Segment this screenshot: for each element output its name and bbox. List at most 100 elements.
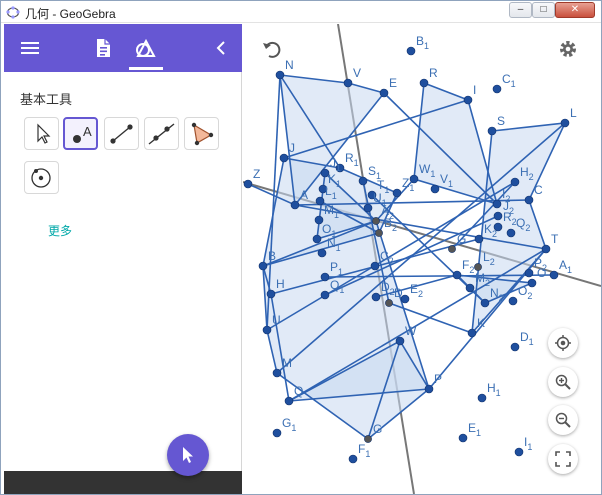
menu-icon[interactable] bbox=[18, 36, 42, 60]
panel-bottom-bar bbox=[4, 471, 242, 494]
point-p2[interactable] bbox=[524, 268, 534, 278]
point-p[interactable] bbox=[424, 384, 434, 394]
point-u[interactable] bbox=[262, 325, 272, 335]
fullscreen-button[interactable] bbox=[548, 444, 578, 474]
point-label-subscript: 2 bbox=[418, 289, 423, 299]
point-f1[interactable] bbox=[348, 454, 358, 464]
graphics-view[interactable]: B1 N V E R C1 I S L J R1 S1 W1 V1 Z1 H2 Z J1 K1 T1 L1 U1 A2 I2 C… bbox=[243, 24, 601, 494]
polygon-tool-button[interactable] bbox=[184, 117, 219, 150]
point-h1[interactable] bbox=[477, 393, 487, 403]
minimize-button[interactable]: – bbox=[509, 2, 532, 18]
point-label: S bbox=[497, 114, 505, 128]
point-d2[interactable] bbox=[371, 292, 381, 302]
point-p1[interactable] bbox=[320, 272, 330, 282]
point-i[interactable] bbox=[463, 95, 473, 105]
zoom-out-button[interactable] bbox=[548, 405, 578, 435]
point-c1[interactable] bbox=[492, 84, 502, 94]
point-d1[interactable] bbox=[510, 342, 520, 352]
point-i2[interactable] bbox=[492, 199, 502, 209]
more-tools-link[interactable]: 更多 bbox=[48, 222, 72, 239]
gear-icon[interactable] bbox=[557, 38, 579, 60]
point-q[interactable] bbox=[284, 396, 294, 406]
point-f2[interactable] bbox=[452, 270, 462, 280]
geometry-canvas[interactable]: B1NVER C1ISLJR1S1 W1 V1Z1H2ZJ1K1 T1L1 U1A2I2C… bbox=[243, 24, 601, 494]
point-d[interactable] bbox=[385, 299, 393, 307]
point-b1[interactable] bbox=[406, 46, 416, 56]
point-g[interactable] bbox=[364, 435, 372, 443]
point-v1[interactable] bbox=[430, 184, 440, 194]
point-s[interactable] bbox=[487, 126, 497, 136]
point-t[interactable] bbox=[541, 244, 551, 254]
point-z1[interactable] bbox=[392, 188, 402, 198]
point-b2[interactable] bbox=[375, 229, 383, 237]
algebra-view-icon[interactable] bbox=[91, 36, 115, 60]
point-q2[interactable] bbox=[506, 228, 516, 238]
point-r[interactable] bbox=[419, 78, 429, 88]
move-tool-button[interactable] bbox=[24, 117, 59, 150]
point-n1[interactable] bbox=[317, 248, 327, 258]
point-c2[interactable] bbox=[370, 261, 380, 271]
undo-icon[interactable] bbox=[261, 38, 283, 60]
point-a1[interactable] bbox=[549, 270, 559, 280]
point-j[interactable] bbox=[279, 153, 289, 163]
point-m2[interactable] bbox=[465, 283, 475, 293]
point-label: E bbox=[389, 76, 397, 90]
point-j2[interactable] bbox=[493, 211, 503, 221]
point-o[interactable] bbox=[527, 278, 537, 288]
zoom-in-icon bbox=[555, 374, 571, 390]
zoom-in-button[interactable] bbox=[548, 367, 578, 397]
close-button[interactable]: ✕ bbox=[555, 2, 595, 18]
point-k[interactable] bbox=[467, 328, 477, 338]
point-l1[interactable] bbox=[315, 196, 325, 206]
point-v[interactable] bbox=[343, 78, 353, 88]
point-h[interactable] bbox=[266, 289, 276, 299]
svg-text:A: A bbox=[83, 124, 92, 139]
point-n2[interactable] bbox=[480, 298, 490, 308]
point-o2[interactable] bbox=[508, 296, 518, 306]
point-z[interactable] bbox=[243, 179, 253, 189]
standard-view-button[interactable] bbox=[548, 328, 578, 358]
title-bar: 几何 - GeoGebra – □ ✕ bbox=[1, 1, 601, 23]
point-label-subscript: 1 bbox=[339, 285, 344, 295]
point-label-subscript: 2 bbox=[389, 256, 394, 266]
point-h2[interactable] bbox=[510, 177, 520, 187]
point-k2[interactable] bbox=[474, 234, 484, 244]
segment-tool-button[interactable] bbox=[104, 117, 139, 150]
point-w[interactable] bbox=[395, 336, 405, 346]
point-g[interactable] bbox=[448, 245, 456, 253]
point-i1[interactable] bbox=[514, 447, 524, 457]
panel-header bbox=[4, 24, 242, 72]
point-a[interactable] bbox=[290, 200, 300, 210]
point-e2[interactable] bbox=[400, 294, 410, 304]
point-e[interactable] bbox=[379, 88, 389, 98]
window-title: 几何 - GeoGebra bbox=[25, 7, 116, 21]
tools-tab-icon[interactable] bbox=[134, 36, 158, 60]
point-label: L bbox=[570, 106, 577, 120]
point-m[interactable] bbox=[272, 368, 282, 378]
tool-select-fab[interactable] bbox=[167, 434, 209, 476]
point-n[interactable] bbox=[275, 70, 285, 80]
circle-tool-button[interactable] bbox=[24, 161, 59, 194]
point-label-subscript: 1 bbox=[529, 337, 534, 347]
point-tool-button[interactable]: A bbox=[63, 117, 98, 150]
point-q1[interactable] bbox=[320, 290, 330, 300]
line-tool-button[interactable] bbox=[144, 117, 179, 150]
point-o1[interactable] bbox=[312, 234, 322, 244]
chevron-left-icon[interactable] bbox=[209, 36, 233, 60]
point-label: Z bbox=[253, 167, 260, 181]
point-b[interactable] bbox=[258, 261, 268, 271]
point-e1[interactable] bbox=[458, 433, 468, 443]
point-c[interactable] bbox=[524, 195, 534, 205]
point-w1[interactable] bbox=[409, 174, 419, 184]
point-label-subscript: 2 bbox=[392, 223, 397, 233]
point-l2[interactable] bbox=[474, 263, 482, 271]
point-l[interactable] bbox=[560, 118, 570, 128]
maximize-button[interactable]: □ bbox=[532, 2, 555, 18]
point-g1[interactable] bbox=[272, 428, 282, 438]
point-r2[interactable] bbox=[493, 222, 503, 232]
point-label: Q bbox=[294, 384, 303, 398]
point-a2[interactable] bbox=[372, 217, 380, 225]
point-u1[interactable] bbox=[363, 203, 373, 213]
line-icon bbox=[148, 123, 175, 145]
point-s1[interactable] bbox=[358, 176, 368, 186]
